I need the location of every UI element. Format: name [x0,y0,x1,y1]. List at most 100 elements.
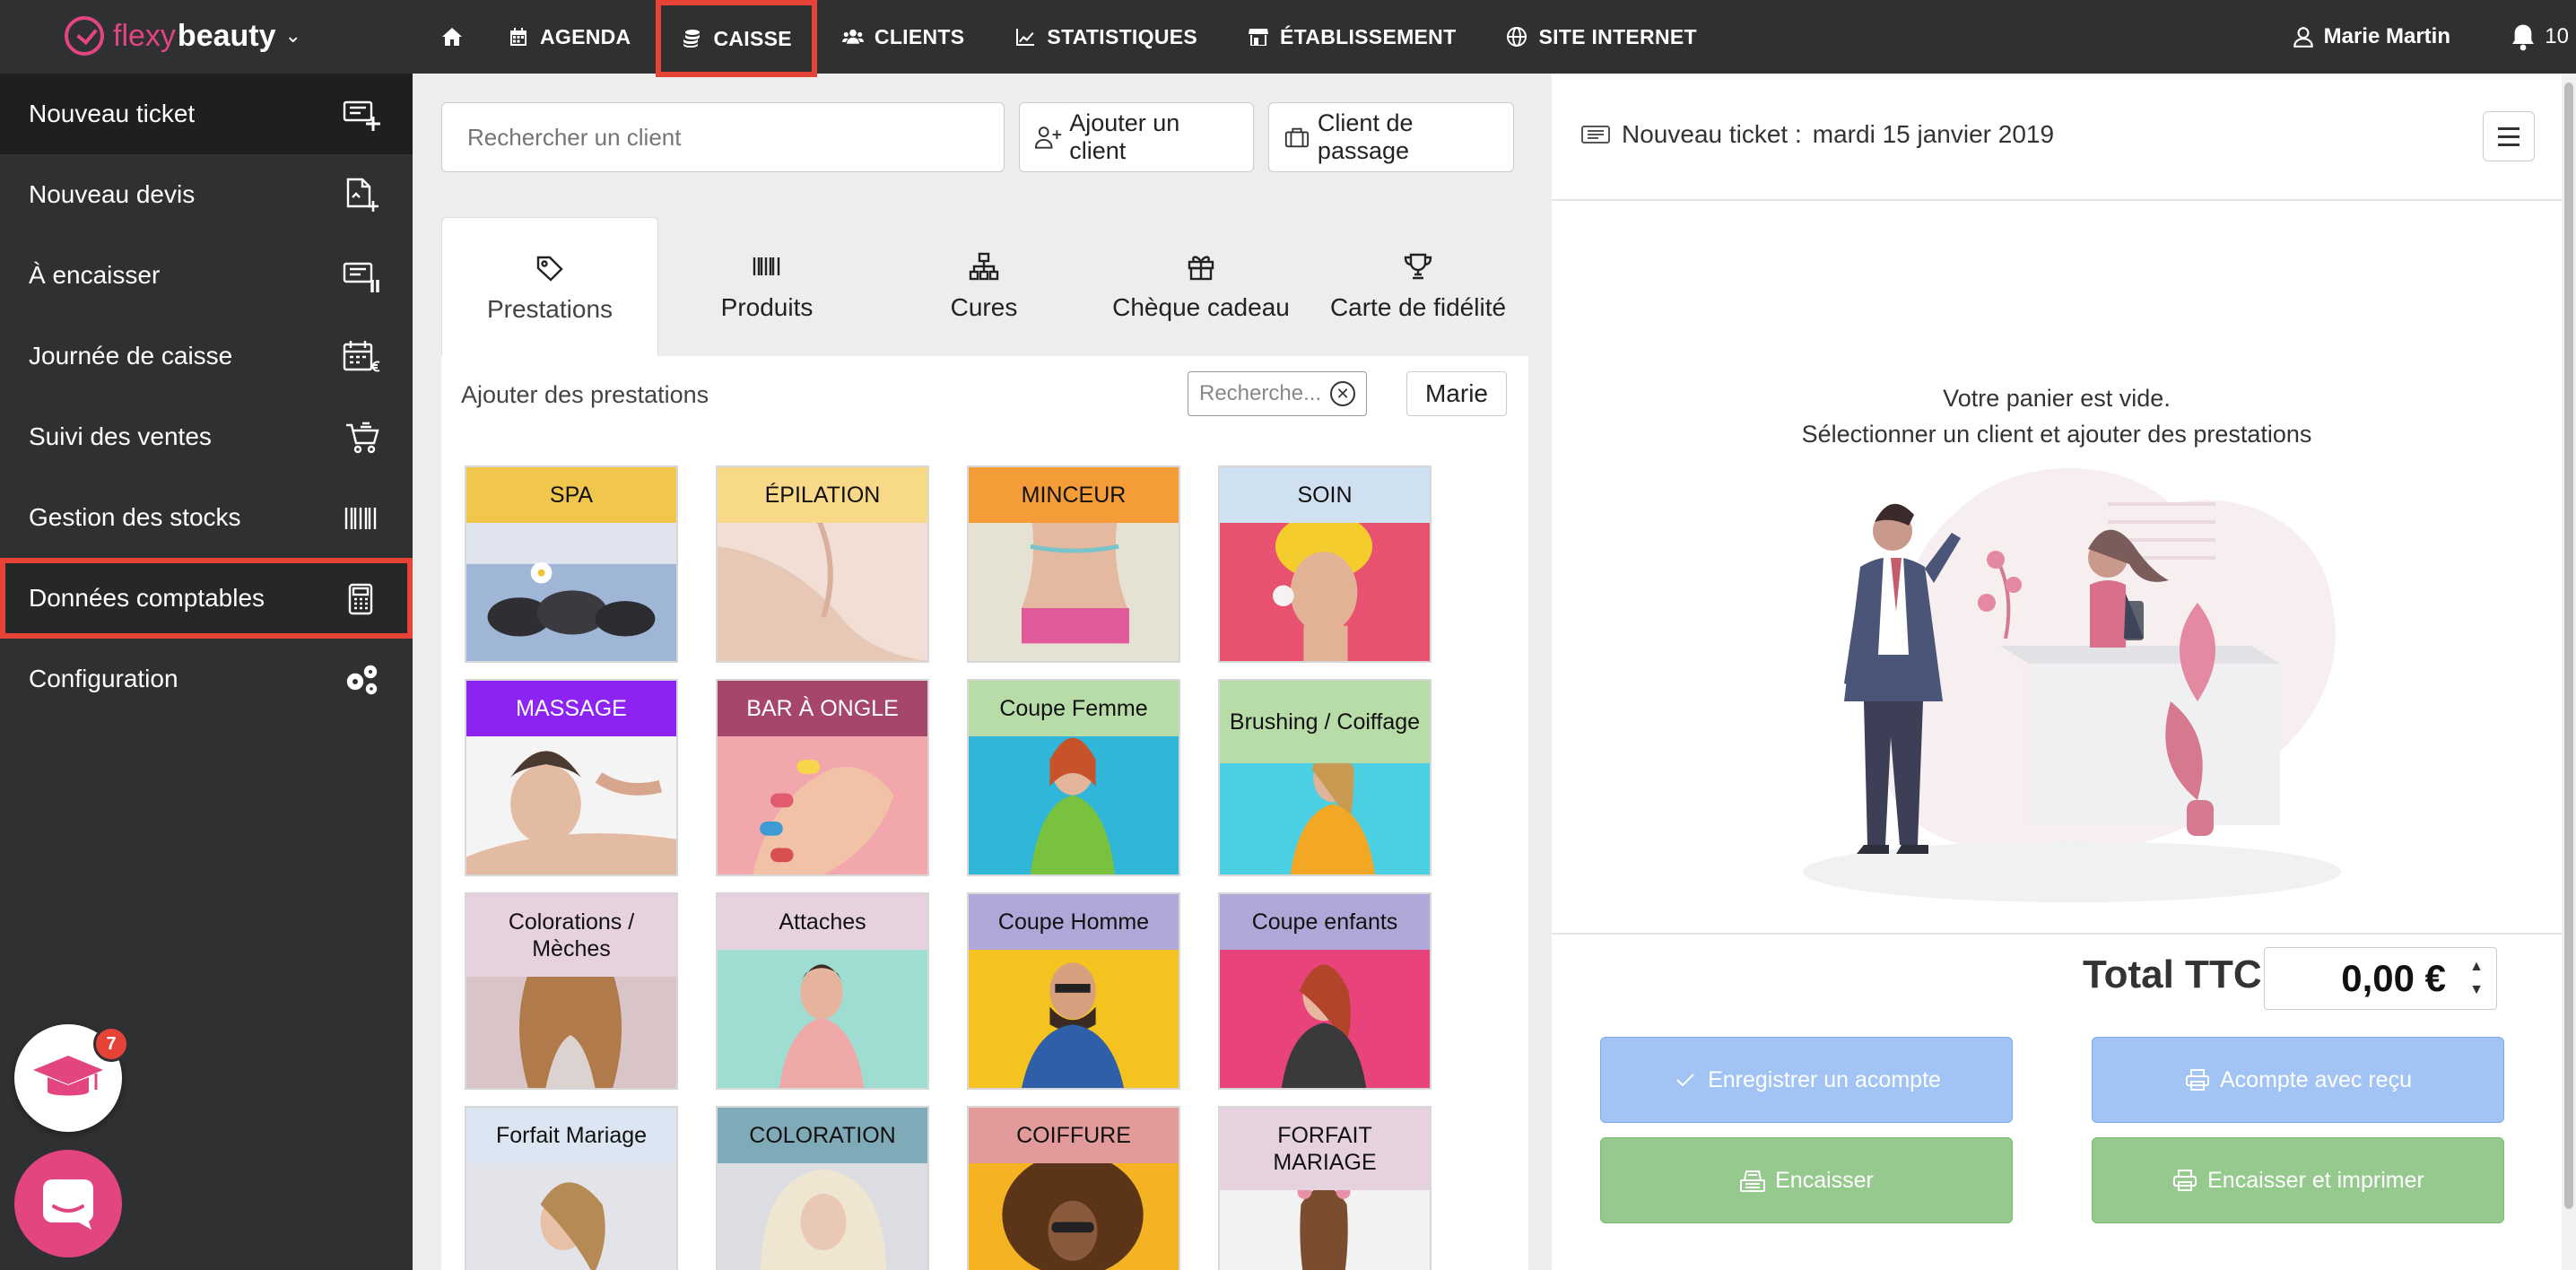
coins-icon [683,30,701,48]
nav-agenda-label: AGENDA [540,24,631,48]
brand-name-part1: flexy [113,18,176,53]
service-category-card[interactable]: MINCEUR [967,465,1180,663]
user-menu[interactable]: Marie Martin [2292,0,2450,74]
service-category-card[interactable]: ÉPILATION [716,465,929,663]
nav-site-internet[interactable]: SITE INTERNET [1481,0,1721,74]
catalog-tabs: Prestations Produits Cures Chèque cadeau… [441,217,1528,359]
tab-cures[interactable]: Cures [875,217,1092,357]
service-category-label: BAR À ONGLE [718,681,927,736]
total-amount-input[interactable]: 0,00 € ▲ ▼ [2264,947,2497,1010]
printer-icon [2173,1170,2197,1191]
top-bar: flexy beauty ⌄ AGENDA CAISSE CLIENTS STA… [0,0,2576,77]
sidebar-item-suivi-des-ventes[interactable]: Suivi des ventes [0,396,413,477]
service-search-input[interactable]: Recherche... ✕ [1188,371,1367,416]
service-category-card[interactable]: FORFAIT MARIAGE [1218,1106,1432,1270]
nav-site-internet-label: SITE INTERNET [1538,24,1697,48]
nav-home[interactable] [422,0,483,74]
sidebar-item-journee-de-caisse[interactable]: Journée de caisse [0,316,413,396]
cash-in-button[interactable]: Encaisser [1600,1137,2013,1223]
empty-cart-hint: Sélectionner un client et ajouter des pr… [1801,421,2312,448]
service-category-image [1220,760,1430,874]
ticket-menu-button[interactable] [2483,111,2535,161]
nav-clients-label: CLIENTS [874,24,965,48]
gift-icon [1188,256,1214,281]
service-category-image [1220,946,1430,1088]
staff-selector-button[interactable]: Marie [1406,371,1507,416]
empty-cart-message: Votre panier est vide. [1943,385,2171,412]
tab-label: Cures [950,293,1018,321]
nav-agenda[interactable]: AGENDA [483,0,656,74]
service-category-card[interactable]: Coupe enfants [1218,892,1432,1090]
service-category-image [718,1160,927,1270]
nav-etablissement[interactable]: ÉTABLISSEMENT [1223,0,1481,74]
academy-badge: 7 [93,1026,129,1062]
tab-prestations[interactable]: Prestations [441,217,658,359]
service-category-image [718,733,927,874]
service-category-card[interactable]: COLORATION [716,1106,929,1270]
tab-cheque-cadeau[interactable]: Chèque cadeau [1092,217,1310,357]
clear-search-icon[interactable]: ✕ [1330,381,1355,406]
ticket-title: Nouveau ticket : mardi 15 janvier 2019 [1580,120,2054,149]
tab-carte-de-fidelite[interactable]: Carte de fidélité [1310,217,1527,357]
service-category-card[interactable]: Forfait Mariage [465,1106,678,1270]
main-nav: AGENDA CAISSE CLIENTS STATISTIQUES ÉTABL… [422,0,1722,77]
ticket-date: mardi 15 janvier 2019 [1812,120,2055,148]
sidebar-item-nouveau-ticket[interactable]: Nouveau ticket [0,74,413,154]
service-category-card[interactable]: BAR À ONGLE [716,679,929,876]
spinner-icon[interactable]: ▲ ▼ [2469,955,2484,1002]
tab-label: Produits [720,293,814,321]
scrollbar-thumb[interactable] [2564,83,2573,1209]
client-search-input[interactable] [441,102,1005,172]
walk-in-client-label: Client de passage [1317,109,1414,164]
brand-logo[interactable]: flexy beauty ⌄ [65,13,301,59]
service-category-card[interactable]: COIFFURE [967,1106,1180,1270]
service-category-label: Coupe enfants [1220,894,1430,950]
service-category-card[interactable]: MASSAGE [465,679,678,876]
service-category-card[interactable]: Brushing / Coiffage [1218,679,1432,876]
service-category-card[interactable]: Colorations / Mèches [465,892,678,1090]
sidebar: Nouveau ticket Nouveau devis À encaisser… [0,74,413,1270]
cash-in-and-print-button[interactable]: Encaisser et imprimer [2092,1137,2504,1223]
nav-clients[interactable]: CLIENTS [817,0,990,74]
sidebar-item-label: Gestion des stocks [29,503,241,531]
add-client-button[interactable]: Ajouter un client [1019,102,1254,172]
sidebar-item-gestion-des-stocks[interactable]: Gestion des stocks [0,477,413,558]
service-category-label: ÉPILATION [718,467,927,523]
sidebar-item-configuration[interactable]: Configuration [0,639,413,719]
total-label: Total TTC [2083,952,2262,996]
tab-label: Carte de fidélité [1329,293,1507,321]
tab-produits[interactable]: Produits [658,217,875,357]
deposit-with-receipt-button[interactable]: Acompte avec reçu [2092,1037,2504,1123]
service-category-label: COIFFURE [969,1108,1179,1163]
cart-icon [343,420,380,456]
register-deposit-button[interactable]: Enregistrer un acompte [1600,1037,2013,1123]
nav-statistiques-label: STATISTIQUES [1047,24,1198,48]
add-client-label: Ajouter un client [1069,109,1180,164]
chat-button[interactable] [14,1150,122,1257]
user-plus-icon [1034,126,1062,149]
service-category-card[interactable]: Coupe Homme [967,892,1180,1090]
users-icon [841,29,864,44]
nav-caisse[interactable]: CAISSE [656,0,817,77]
service-category-card[interactable]: Coupe Femme [967,679,1180,876]
tag-icon [536,256,563,282]
hamburger-icon [2498,126,2519,130]
service-category-card[interactable]: SOIN [1218,465,1432,663]
service-category-card[interactable]: Attaches [716,892,929,1090]
walk-in-client-button[interactable]: Client de passage [1268,102,1514,172]
check-icon [1676,1074,1694,1087]
sidebar-item-nouveau-devis[interactable]: Nouveau devis [0,154,413,235]
service-category-image [718,519,927,661]
service-category-image [466,1160,676,1270]
sidebar-item-donnees-comptables[interactable]: Données comptables [0,558,413,639]
sidebar-item-a-encaisser[interactable]: À encaisser [0,235,413,316]
notifications-button[interactable]: 10 [2509,0,2569,74]
ticket-header: Nouveau ticket : mardi 15 janvier 2019 [1552,74,2562,201]
home-icon [442,28,462,46]
service-category-card[interactable]: SPA [465,465,678,663]
nav-statistiques[interactable]: STATISTIQUES [989,0,1223,74]
add-services-label: Ajouter des prestations [461,381,709,408]
service-category-image [718,946,927,1088]
service-category-label: COLORATION [718,1108,927,1163]
page-scrollbar[interactable] [2562,74,2576,1270]
